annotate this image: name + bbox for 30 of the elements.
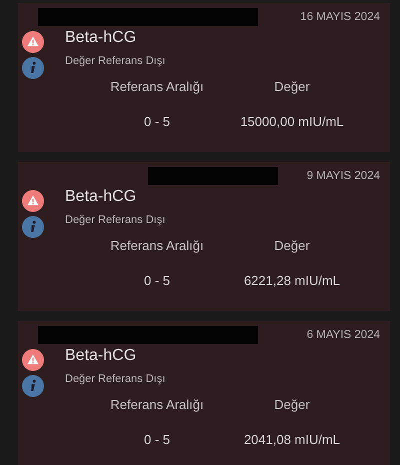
info-icon: [22, 375, 44, 397]
column-header: Referans Aralığı: [109, 238, 205, 253]
result-value: 15000,00 mIU/mL: [239, 114, 345, 129]
result-date: 9 MAYIS 2024: [306, 170, 380, 182]
info-icon: [22, 57, 44, 79]
result-value: 6221,28 mIU/mL: [242, 273, 342, 288]
test-name: Beta-hCG: [65, 347, 136, 364]
result-date: 6 MAYIS 2024: [306, 329, 380, 341]
status-text: Değer Referans Dışı: [65, 214, 166, 226]
test-name: Beta-hCG: [65, 188, 136, 205]
warning-icon: [22, 190, 44, 212]
warning-icon: [22, 349, 44, 371]
result-card[interactable]: 9 MAYIS 2024 Beta-hCG Değer Referans Dışı Referans Aralığı Değer 0 - 5 6221,28 mIU/mL: [18, 162, 390, 311]
column-header: Değer: [273, 397, 311, 412]
info-icon: [22, 216, 44, 238]
result-card[interactable]: 16 MAYIS 2024 Beta-hCG Değer Referans Dışı Referans Aralığı Değer 0 - 5 15000,00 mIU/mL: [18, 3, 390, 152]
warning-icon: [22, 31, 44, 53]
column-header: Referans Aralığı: [109, 397, 205, 412]
status-text: Değer Referans Dışı: [65, 55, 166, 67]
result-card[interactable]: 6 MAYIS 2024 Beta-hCG Değer Referans Dışı Referans Aralığı Değer 0 - 5 2041,08 mIU/mL: [18, 321, 390, 465]
reference-range: 0 - 5: [142, 432, 171, 447]
test-name: Beta-hCG: [65, 29, 136, 46]
result-date: 16 MAYIS 2024: [300, 11, 380, 23]
reference-range: 0 - 5: [142, 114, 171, 129]
reference-range: 0 - 5: [142, 273, 171, 288]
column-header: Değer: [273, 238, 311, 253]
status-text: Değer Referans Dışı: [65, 373, 166, 385]
column-header: Değer: [273, 79, 311, 94]
column-header: Referans Aralığı: [109, 79, 205, 94]
result-value: 2041,08 mIU/mL: [242, 432, 342, 447]
